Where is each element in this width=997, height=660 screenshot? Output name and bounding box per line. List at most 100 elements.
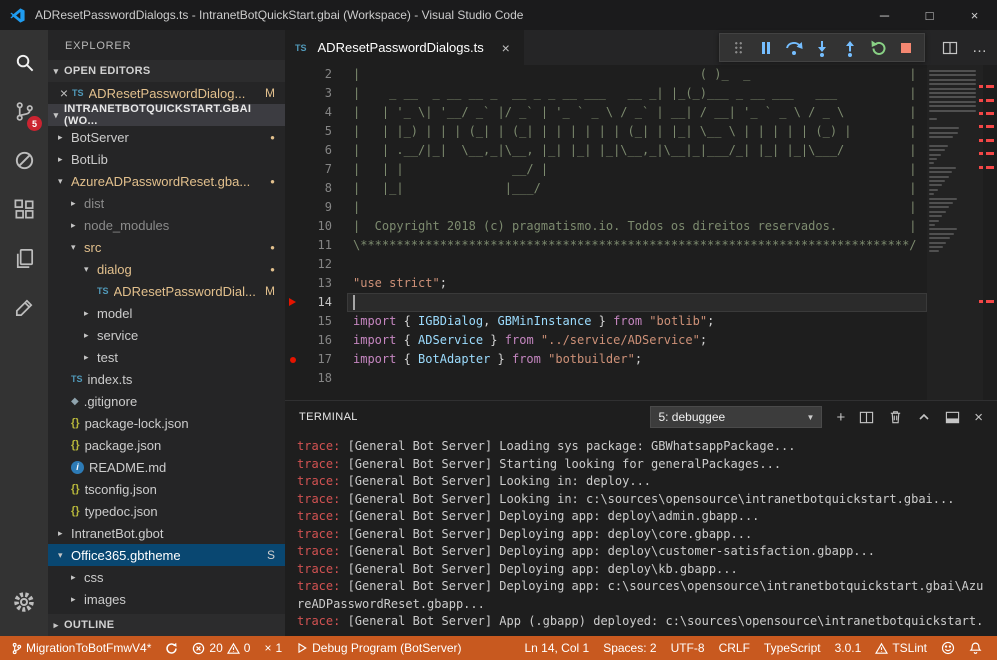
pause-icon[interactable]: [753, 35, 779, 61]
tree-item-package-lock-json[interactable]: {}package-lock.json: [48, 412, 285, 434]
tree-item-typedoc-json[interactable]: {}typedoc.json: [48, 500, 285, 522]
chevron-right-icon: ▸: [84, 308, 97, 319]
maximize-panel-icon[interactable]: [917, 410, 931, 424]
count-item[interactable]: ×1: [257, 636, 289, 660]
workspace-header[interactable]: INTRANETBOTQUICKSTART.GBAI (WO...: [48, 104, 285, 126]
code-line-15[interactable]: 15import { IGBDialog, GBMinInstance } fr…: [285, 312, 927, 331]
tab-terminal[interactable]: TERMINAL: [299, 411, 358, 423]
tree-item-model[interactable]: ▸model: [48, 302, 285, 324]
circle-slash-icon[interactable]: [0, 136, 48, 185]
kill-terminal-icon[interactable]: [888, 409, 903, 425]
tree-item-office365-gbtheme[interactable]: ▾Office365.gbthemeS: [48, 544, 285, 566]
tree-item-botserver[interactable]: ▸BotServer●: [48, 126, 285, 148]
git-branch-item[interactable]: MigrationToBotFmwV4*: [4, 636, 158, 660]
code-line-13[interactable]: 13"use strict";: [285, 274, 927, 293]
tree-item-images[interactable]: ▸images: [48, 588, 285, 610]
tree-item-package-json[interactable]: {}package.json: [48, 434, 285, 456]
terminal-output[interactable]: trace: [General Bot Server] Loading sys …: [285, 433, 997, 636]
tab-label: ADResetPasswordDialogs.ts: [318, 40, 484, 55]
step-over-icon[interactable]: [781, 35, 807, 61]
code-line-8[interactable]: 8| |_| |___/ |: [285, 179, 927, 198]
open-editors-header[interactable]: OPEN EDITORS: [48, 60, 285, 82]
pages-icon[interactable]: [0, 234, 48, 283]
code-line-9[interactable]: 9| |: [285, 198, 927, 217]
cursor-position-item[interactable]: Ln 14, Col 1: [517, 636, 596, 660]
tree-item-css[interactable]: ▸css: [48, 566, 285, 588]
tree-item-readme-md[interactable]: iREADME.md: [48, 456, 285, 478]
tree-item-service[interactable]: ▸service: [48, 324, 285, 346]
code-line-5[interactable]: 5| | |_) | | | (_| | (_| | | | | | | (_|…: [285, 122, 927, 141]
close-panel-icon[interactable]: ×: [974, 410, 983, 425]
minimap-line: [929, 206, 949, 208]
code-line-17[interactable]: 17import { BotAdapter } from "botbuilder…: [285, 350, 927, 369]
minimize-button[interactable]: ─: [862, 0, 907, 30]
code-line-12[interactable]: 12: [285, 255, 927, 274]
code-line-4[interactable]: 4| | '_ \| '__/ _` |/ _` | '_ ` _ \ / _`…: [285, 103, 927, 122]
tree-item-intranetbot-gbot[interactable]: ▸IntranetBot.gbot: [48, 522, 285, 544]
code-line-7[interactable]: 7| | | __/ | |: [285, 160, 927, 179]
problems-item[interactable]: 200: [185, 636, 257, 660]
open-editor-item-adresetpassworddialog[interactable]: ×TSADResetPasswordDialog...M: [48, 82, 285, 104]
close-button[interactable]: ×: [952, 0, 997, 30]
more-actions-icon[interactable]: …: [972, 40, 987, 55]
tree-item-dialog[interactable]: ▾dialog●: [48, 258, 285, 280]
new-terminal-icon[interactable]: +: [836, 410, 845, 425]
eol-item[interactable]: CRLF: [712, 636, 757, 660]
minimap-line: [929, 171, 952, 173]
maximize-button[interactable]: □: [907, 0, 952, 30]
tree-item-botlib[interactable]: ▸BotLib: [48, 148, 285, 170]
step-into-icon[interactable]: [809, 35, 835, 61]
sync-item[interactable]: [158, 636, 185, 660]
tab-adresetpassworddialogs-ts[interactable]: TS ADResetPasswordDialogs.ts ×: [285, 30, 525, 65]
toggle-panel-icon[interactable]: [945, 410, 960, 425]
split-editor-icon[interactable]: [942, 40, 958, 56]
tree-item-gitignore[interactable]: ◆.gitignore: [48, 390, 285, 412]
outline-header[interactable]: OUTLINE: [48, 614, 285, 636]
notifications-item[interactable]: [962, 636, 989, 660]
terminal-line: trace: [General Bot Server] Looking in: …: [297, 473, 985, 491]
code-line-3[interactable]: 3| _ __ _ __ __ _ __ _ _ __ ___ __ _| |_…: [285, 84, 927, 103]
tree-item-label: model: [97, 306, 132, 321]
debug-program-item[interactable]: Debug Program (BotServer): [289, 636, 468, 660]
split-terminal-icon[interactable]: [859, 410, 874, 425]
code-line-18[interactable]: 18: [285, 369, 927, 388]
tree-item-src[interactable]: ▾src●: [48, 236, 285, 258]
settings-gear-icon[interactable]: [0, 577, 48, 626]
tree-item-tsconfig-json[interactable]: {}tsconfig.json: [48, 478, 285, 500]
chevron-right-icon: ▸: [84, 352, 97, 363]
code-line-2[interactable]: 2| ( )_ _ |: [285, 65, 927, 84]
tslint-item[interactable]: TSLint: [868, 636, 934, 660]
close-icon[interactable]: ×: [498, 40, 514, 56]
language-item[interactable]: TypeScript: [757, 636, 828, 660]
extensions-icon[interactable]: [0, 185, 48, 234]
source-control-icon[interactable]: 5: [0, 87, 48, 136]
indentation-item[interactable]: Spaces: 2: [596, 636, 663, 660]
code-line-text: | |_| |___/ |: [347, 179, 927, 198]
tree-item-adresetpassworddial[interactable]: TSADResetPasswordDial...M: [48, 280, 285, 302]
code-line-10[interactable]: 10| Copyright 2018 (c) pragmatismo.io. T…: [285, 217, 927, 236]
code-line-14[interactable]: 14: [285, 293, 927, 312]
tree-item-dist[interactable]: ▸dist: [48, 192, 285, 214]
tree-item-node-modules[interactable]: ▸node_modules: [48, 214, 285, 236]
restart-icon[interactable]: [865, 35, 891, 61]
encoding-item[interactable]: UTF-8: [664, 636, 712, 660]
code-line-11[interactable]: 11\*************************************…: [285, 236, 927, 255]
modified-dot-badge: ●: [270, 177, 285, 186]
feedback-item[interactable]: [934, 636, 962, 660]
code-editor[interactable]: 2| ( )_ _ |3| _ __ _ __ __ _ __ _ _ __ _…: [285, 65, 997, 400]
code-line-6[interactable]: 6| | .__/|_| \__,_|\__, |_| |_| |_|\__,_…: [285, 141, 927, 160]
drag-handle[interactable]: [725, 35, 751, 61]
edit-icon[interactable]: [0, 283, 48, 332]
terminal-select[interactable]: 5: debuggee ▼: [650, 406, 822, 428]
minimap[interactable]: [927, 65, 983, 400]
step-out-icon[interactable]: [837, 35, 863, 61]
code-line-16[interactable]: 16import { ADService } from "../service/…: [285, 331, 927, 350]
close-icon[interactable]: ×: [56, 85, 72, 101]
tree-item-test[interactable]: ▸test: [48, 346, 285, 368]
search-icon[interactable]: [0, 38, 48, 87]
tree-item-index-ts[interactable]: TSindex.ts: [48, 368, 285, 390]
tree-item-azureadpasswordreset-gba[interactable]: ▾AzureADPasswordReset.gba...●: [48, 170, 285, 192]
stop-icon[interactable]: [893, 35, 919, 61]
minimap-line: [929, 198, 957, 200]
version-item[interactable]: 3.0.1: [828, 636, 869, 660]
